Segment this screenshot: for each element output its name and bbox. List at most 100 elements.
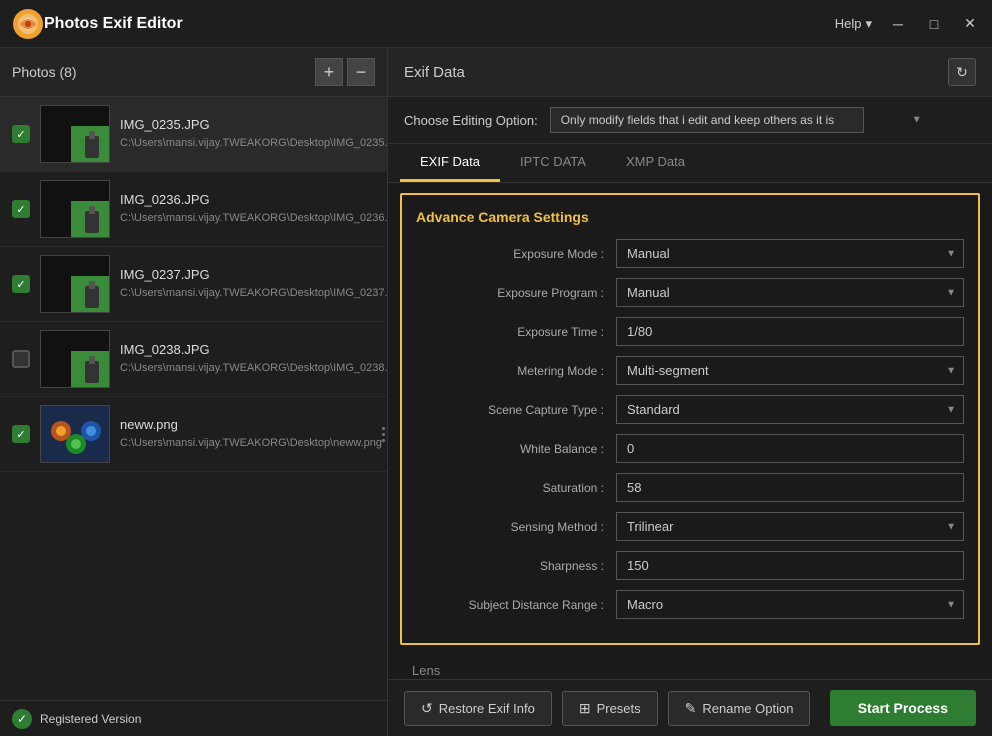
editing-option-bar: Choose Editing Option: Only modify field…: [388, 97, 992, 144]
tab-xmp-data[interactable]: XMP Data: [606, 144, 705, 182]
photo-name: IMG_0237.JPG: [120, 267, 387, 282]
field-select[interactable]: StandardLandscapePortraitNight scene: [616, 395, 964, 424]
photo-info: IMG_0236.JPG C:\Users\mansi.vijay.TWEAKOR…: [120, 192, 387, 226]
photo-checkbox[interactable]: [12, 425, 30, 443]
field-label: Sensing Method :: [416, 520, 616, 534]
photo-list-item[interactable]: IMG_0235.JPG C:\Users\mansi.vijay.TWEAKOR…: [0, 97, 387, 172]
photo-list-item[interactable]: IMG_0236.JPG C:\Users\mansi.vijay.TWEAKOR…: [0, 172, 387, 247]
window-controls: Help ▾ ─ □ ✕: [835, 14, 980, 34]
photo-thumbnail: [40, 330, 110, 388]
rename-icon: ✎: [685, 700, 697, 717]
field-row: Exposure Program :ManualNormalAperture p…: [416, 278, 964, 307]
field-select-wrapper: MacroClose viewDistant viewUnknown: [616, 590, 964, 619]
photo-info: IMG_0237.JPG C:\Users\mansi.vijay.TWEAKOR…: [120, 267, 387, 301]
photo-menu-button[interactable]: [382, 422, 385, 446]
registered-icon: ✓: [12, 709, 32, 729]
field-label: Scene Capture Type :: [416, 403, 616, 417]
content-area: Advance Camera Settings Exposure Mode :M…: [388, 183, 992, 679]
exif-header: Exif Data ↻: [388, 48, 992, 97]
photos-title: Photos (8): [12, 64, 311, 80]
photo-name: neww.png: [120, 417, 382, 432]
field-select-wrapper: ManualAutoAuto bracket: [616, 239, 964, 268]
photo-list-item[interactable]: IMG_0238.JPGC:\Users\mansi.vijay.TWEAKOR…: [0, 322, 387, 397]
photo-checkbox[interactable]: [12, 200, 30, 218]
field-select[interactable]: ManualNormalAperture priorityShutter pri…: [616, 278, 964, 307]
close-button[interactable]: ✕: [960, 14, 980, 34]
field-select[interactable]: MacroClose viewDistant viewUnknown: [616, 590, 964, 619]
field-input[interactable]: [616, 473, 964, 502]
field-label: Exposure Mode :: [416, 247, 616, 261]
rename-option-button[interactable]: ✎ Rename Option: [668, 691, 811, 726]
right-panel: Exif Data ↻ Choose Editing Option: Only …: [388, 48, 992, 736]
add-photo-button[interactable]: +: [315, 58, 343, 86]
photo-path: C:\Users\mansi.vijay.TWEAKORG\Desktop\IM…: [120, 136, 387, 151]
presets-button[interactable]: ⊞ Presets: [562, 691, 658, 726]
photo-name: IMG_0235.JPG: [120, 117, 387, 132]
remove-photo-button[interactable]: −: [347, 58, 375, 86]
field-row: Subject Distance Range :MacroClose viewD…: [416, 590, 964, 619]
photo-list-item[interactable]: neww.png C:\Users\mansi.vijay.TWEAKORG\De…: [0, 397, 387, 472]
field-select[interactable]: ManualAutoAuto bracket: [616, 239, 964, 268]
camera-settings-section: Advance Camera Settings Exposure Mode :M…: [400, 193, 980, 645]
restore-icon: ↺: [421, 700, 433, 717]
photo-checkbox[interactable]: [12, 275, 30, 293]
photos-header: Photos (8) + −: [0, 48, 387, 97]
field-row: Metering Mode :Multi-segmentCenter-weigh…: [416, 356, 964, 385]
photo-thumbnail: [40, 405, 110, 463]
field-input[interactable]: [616, 317, 964, 346]
presets-icon: ⊞: [579, 700, 591, 717]
field-label: Exposure Program :: [416, 286, 616, 300]
start-process-button[interactable]: Start Process: [830, 690, 976, 726]
bottom-toolbar: ↺ Restore Exif Info ⊞ Presets ✎ Rename O…: [388, 679, 992, 736]
tab-exif-data[interactable]: EXIF Data: [400, 144, 500, 182]
app-title: Photos Exif Editor: [44, 15, 835, 33]
editing-option-label: Choose Editing Option:: [404, 113, 538, 128]
tabs-bar: EXIF DataIPTC DATAXMP Data: [388, 144, 992, 183]
field-label: Exposure Time :: [416, 325, 616, 339]
photo-thumbnail: [40, 180, 110, 238]
maximize-button[interactable]: □: [924, 14, 944, 34]
photo-list: IMG_0235.JPG C:\Users\mansi.vijay.TWEAKOR…: [0, 97, 387, 700]
photo-info: IMG_0235.JPG C:\Users\mansi.vijay.TWEAKOR…: [120, 117, 387, 151]
refresh-button[interactable]: ↻: [948, 58, 976, 86]
help-button[interactable]: Help ▾: [835, 16, 872, 32]
exif-title: Exif Data: [404, 64, 465, 81]
photo-path: C:\Users\mansi.vijay.TWEAKORG\Desktop\IM…: [120, 361, 387, 376]
field-input[interactable]: [616, 434, 964, 463]
editing-option-select[interactable]: Only modify fields that i edit and keep …: [550, 107, 864, 133]
field-select[interactable]: TrilinearOne-chip color areaTwo-chip col…: [616, 512, 964, 541]
photo-checkbox[interactable]: [12, 350, 30, 368]
photo-list-item[interactable]: IMG_0237.JPG C:\Users\mansi.vijay.TWEAKOR…: [0, 247, 387, 322]
photo-name: IMG_0236.JPG: [120, 192, 387, 207]
minimize-button[interactable]: ─: [888, 14, 908, 34]
field-input[interactable]: [616, 551, 964, 580]
field-label: Sharpness :: [416, 559, 616, 573]
rename-label: Rename Option: [702, 701, 793, 716]
field-select-wrapper: ManualNormalAperture priorityShutter pri…: [616, 278, 964, 307]
photo-info: IMG_0238.JPGC:\Users\mansi.vijay.TWEAKOR…: [120, 342, 387, 376]
editing-option-select-wrapper: Only modify fields that i edit and keep …: [550, 107, 930, 133]
restore-label: Restore Exif Info: [439, 701, 535, 716]
photo-checkbox[interactable]: [12, 125, 30, 143]
main-layout: Photos (8) + − IMG_0235.JPG C:\Users\mans…: [0, 48, 992, 736]
field-label: Saturation :: [416, 481, 616, 495]
tab-iptc-data[interactable]: IPTC DATA: [500, 144, 606, 182]
field-select[interactable]: Multi-segmentCenter-weighted averageSpot…: [616, 356, 964, 385]
status-text: Registered Version: [40, 712, 141, 726]
field-label: Metering Mode :: [416, 364, 616, 378]
title-bar: Photos Exif Editor Help ▾ ─ □ ✕: [0, 0, 992, 48]
restore-exif-button[interactable]: ↺ Restore Exif Info: [404, 691, 552, 726]
field-row: Saturation :: [416, 473, 964, 502]
field-label: Subject Distance Range :: [416, 598, 616, 612]
photo-path: C:\Users\mansi.vijay.TWEAKORG\Desktop\IM…: [120, 211, 387, 226]
photo-path: C:\Users\mansi.vijay.TWEAKORG\Desktop\ne…: [120, 436, 382, 451]
field-row: Sharpness :: [416, 551, 964, 580]
photo-thumbnail: [40, 255, 110, 313]
help-chevron-icon: ▾: [865, 16, 872, 32]
field-row: Sensing Method :TrilinearOne-chip color …: [416, 512, 964, 541]
photo-thumbnail: [40, 105, 110, 163]
field-label: White Balance :: [416, 442, 616, 456]
field-row: Exposure Mode :ManualAutoAuto bracket: [416, 239, 964, 268]
presets-label: Presets: [597, 701, 641, 716]
photo-path: C:\Users\mansi.vijay.TWEAKORG\Desktop\IM…: [120, 286, 387, 301]
